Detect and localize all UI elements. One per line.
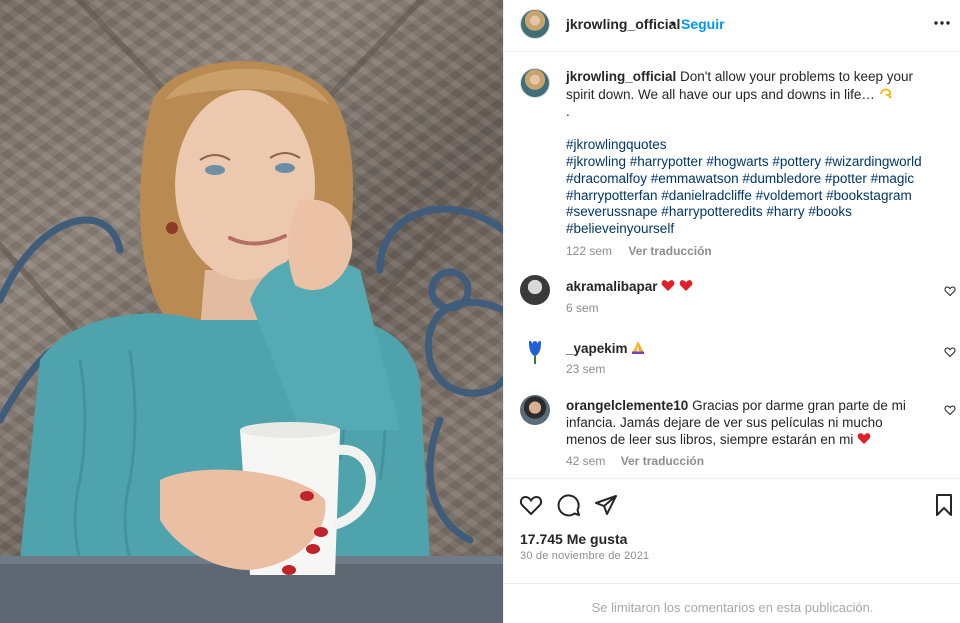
header-separator: •: [671, 15, 676, 31]
comment-text: _yapekim: [566, 340, 926, 358]
comment-username[interactable]: orangelclemente10: [566, 398, 688, 413]
commenter-avatar[interactable]: [520, 275, 550, 305]
follow-button[interactable]: Seguir: [681, 16, 725, 32]
likes-count[interactable]: 17.745 Me gusta: [520, 531, 627, 547]
caption-meta: 122 sem Ver traducción: [566, 243, 941, 260]
commenter-avatar[interactable]: [520, 336, 550, 366]
caption-hashtags: #jkrowlingquotes #jkrowling #harrypotter…: [566, 137, 941, 238]
caption-age: 122 sem: [566, 243, 613, 258]
comments-limited-notice: Se limitaron los comentarios en esta pub…: [504, 583, 960, 623]
comment-username[interactable]: _yapekim: [566, 341, 628, 356]
caption-translate-button[interactable]: Ver traducción: [628, 244, 711, 258]
hashtag-line[interactable]: #harrypotterfan #danielradcliffe #voldem…: [566, 188, 941, 205]
comment-like-heart-icon[interactable]: [944, 285, 956, 297]
post-side-panel: jkrowling_official • Seguir jkrowling_of…: [503, 0, 960, 623]
share-icon[interactable]: [594, 493, 618, 517]
caption-author-avatar[interactable]: [520, 68, 550, 98]
post-date: 30 de noviembre de 2021: [520, 550, 650, 562]
bookmark-icon[interactable]: [932, 493, 956, 517]
post-photo[interactable]: [0, 0, 503, 623]
hashtag-line[interactable]: #believeinyourself: [566, 221, 941, 238]
hashtag-line[interactable]: #severussnape #harrypotteredits #harry #…: [566, 204, 941, 221]
comment-icon[interactable]: [557, 493, 581, 517]
comment-age: 42 sem: [566, 454, 606, 468]
post-photo-illustration: [0, 0, 503, 623]
caption-text-block: jkrowling_official Don't allow your prob…: [566, 69, 941, 260]
post-header: jkrowling_official • Seguir: [504, 0, 960, 52]
comment-age: 6 sem: [566, 301, 599, 315]
comment-text: orangelclemente10 Gracias por darme gran…: [566, 398, 926, 448]
comment-username[interactable]: akramalibapar: [566, 279, 658, 294]
comment-like-heart-icon[interactable]: [944, 404, 956, 416]
caption-dot: .: [566, 103, 570, 119]
praying-hands-icon: [632, 341, 645, 354]
red-heart-icon: [857, 432, 871, 444]
author-avatar[interactable]: [520, 9, 550, 39]
comments-scroll-area[interactable]: jkrowling_official Don't allow your prob…: [504, 53, 960, 478]
post-actions-section: 17.745 Me gusta 30 de noviembre de 2021 …: [504, 478, 960, 618]
hashtag-line[interactable]: #dracomalfoy #emmawatson #dumbledore #po…: [566, 171, 941, 188]
dizzy-icon: [879, 88, 892, 99]
commenter-avatar[interactable]: [520, 395, 550, 425]
comment-translate-button[interactable]: Ver traducción: [621, 454, 704, 468]
comment-text: akramalibapar: [566, 279, 926, 296]
red-hearts-icon: [662, 280, 693, 291]
comment-meta: 42 sem Ver traducción: [566, 454, 704, 468]
caption-username[interactable]: jkrowling_official: [566, 69, 676, 84]
comment-like-heart-icon[interactable]: [944, 346, 956, 358]
more-options-icon[interactable]: [934, 13, 950, 33]
heart-icon[interactable]: [519, 493, 543, 517]
comment-age: 23 sem: [566, 362, 606, 376]
hashtag-line[interactable]: #jkrowlingquotes: [566, 137, 941, 154]
hashtag-line[interactable]: #jkrowling #harrypotter #hogwarts #potte…: [566, 154, 941, 171]
tulip-avatar-icon: [529, 340, 541, 364]
author-username[interactable]: jkrowling_official: [566, 16, 680, 32]
